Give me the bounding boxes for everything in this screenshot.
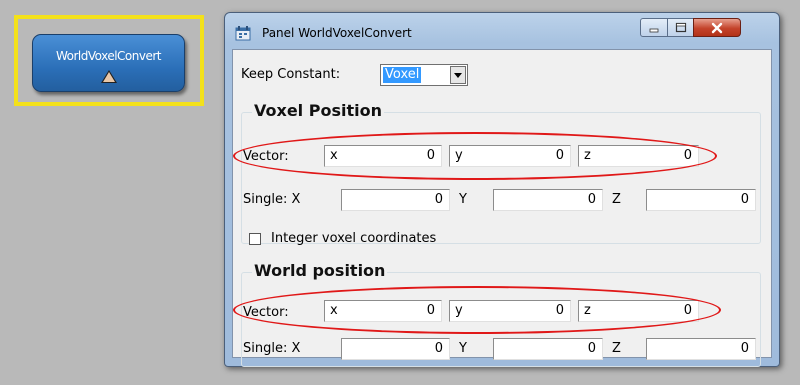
axis-x-label: x <box>330 303 338 318</box>
window-title: Panel WorldVoxelConvert <box>262 26 412 40</box>
world-position-title: World position <box>252 261 388 280</box>
voxel-vector-x-field[interactable]: x 0 <box>324 145 442 167</box>
node-highlight-frame: WorldVoxelConvert <box>14 15 204 106</box>
axis-y-label: y <box>455 303 463 318</box>
world-vector-y-value: 0 <box>555 303 564 318</box>
maximize-icon <box>675 22 686 33</box>
world-vector-x-value: 0 <box>426 303 435 318</box>
world-vector-z-value: 0 <box>683 303 692 318</box>
close-icon <box>711 22 723 33</box>
voxel-single-z-label: Z <box>612 192 621 207</box>
panel-app-icon <box>235 26 251 41</box>
world-single-y-value: 0 <box>587 341 596 356</box>
voxel-single-y-value: 0 <box>587 192 596 207</box>
world-vector-label: Vector: <box>243 305 289 320</box>
keep-constant-label: Keep Constant: <box>241 67 341 82</box>
title-bar[interactable]: Panel WorldVoxelConvert <box>225 13 779 49</box>
voxel-vector-z-value: 0 <box>683 148 692 163</box>
voxel-single-x-value: 0 <box>434 192 443 207</box>
voxel-single-z-field[interactable]: 0 <box>646 189 756 211</box>
world-vector-y-field[interactable]: y 0 <box>449 300 571 322</box>
world-single-x-field[interactable]: 0 <box>341 338 450 360</box>
voxel-single-x-field[interactable]: 0 <box>341 189 450 211</box>
world-single-y-label: Y <box>459 341 467 356</box>
voxel-vector-x-value: 0 <box>426 148 435 163</box>
world-single-x-label: Single: X <box>243 341 301 356</box>
world-vector-x-field[interactable]: x 0 <box>324 300 442 322</box>
voxel-vector-label: Vector: <box>243 149 289 164</box>
axis-z-label: z <box>584 303 591 318</box>
panel-window: Panel WorldVoxelConvert Keep Constant: V… <box>224 12 780 367</box>
world-single-x-value: 0 <box>434 341 443 356</box>
voxel-vector-y-value: 0 <box>555 148 564 163</box>
axis-y-label: y <box>455 148 463 163</box>
voxel-single-z-value: 0 <box>740 192 749 207</box>
worldvoxelconvert-node[interactable]: WorldVoxelConvert <box>32 34 185 92</box>
minimize-button[interactable] <box>640 18 668 37</box>
world-single-z-field[interactable]: 0 <box>646 338 756 360</box>
voxel-vector-y-field[interactable]: y 0 <box>449 145 571 167</box>
chevron-down-icon[interactable] <box>450 66 466 84</box>
panel-client-area: Keep Constant: Voxel Voxel Position Vect… <box>232 49 772 367</box>
voxel-vector-z-field[interactable]: z 0 <box>578 145 699 167</box>
voxel-position-group: Voxel Position <box>241 101 761 244</box>
keep-constant-select[interactable]: Voxel <box>380 64 468 86</box>
node-output-port-icon[interactable] <box>101 70 117 83</box>
axis-x-label: x <box>330 148 338 163</box>
world-single-y-field[interactable]: 0 <box>493 338 603 360</box>
keep-constant-value: Voxel <box>383 67 422 83</box>
voxel-position-title: Voxel Position <box>252 101 384 120</box>
close-button[interactable] <box>693 18 741 37</box>
maximize-button[interactable] <box>667 18 694 37</box>
integer-voxel-label: Integer voxel coordinates <box>271 231 437 246</box>
world-single-z-label: Z <box>612 341 621 356</box>
voxel-single-x-label: Single: X <box>243 192 301 207</box>
voxel-single-y-label: Y <box>459 192 467 207</box>
axis-z-label: z <box>584 148 591 163</box>
world-single-z-value: 0 <box>740 341 749 356</box>
voxel-single-y-field[interactable]: 0 <box>493 189 603 211</box>
integer-voxel-checkbox[interactable] <box>249 233 261 245</box>
minimize-icon <box>649 28 659 32</box>
node-label: WorldVoxelConvert <box>55 49 162 63</box>
world-vector-z-field[interactable]: z 0 <box>578 300 699 322</box>
